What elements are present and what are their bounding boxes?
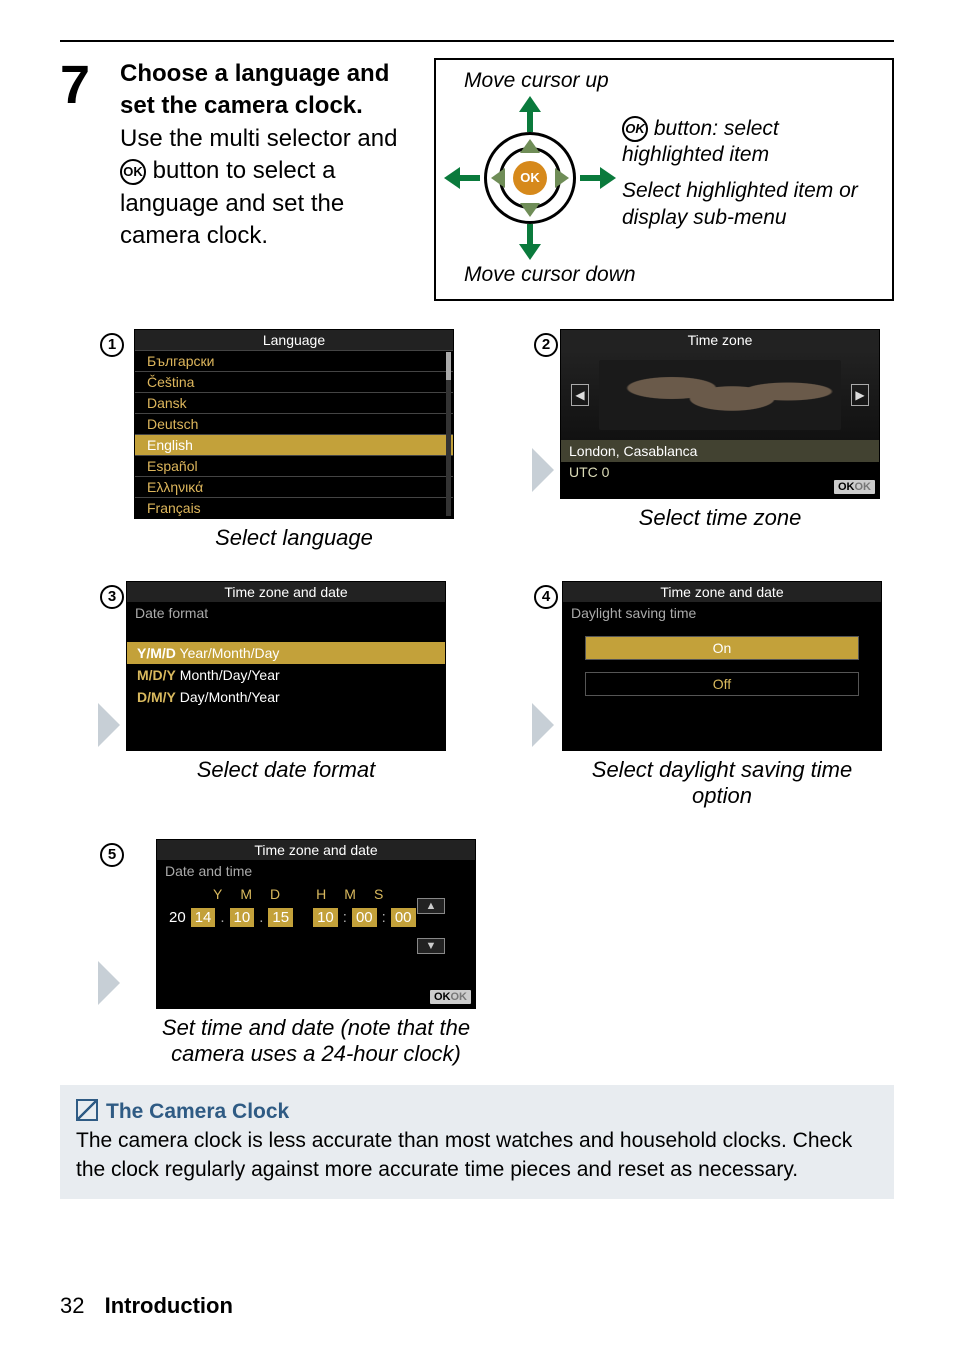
- dpad-up-icon: [520, 139, 540, 153]
- step-number: 7: [60, 58, 100, 112]
- list-item[interactable]: Español: [135, 455, 453, 476]
- section-name: Introduction: [105, 1293, 233, 1318]
- world-map-icon: [599, 360, 841, 430]
- selector-ring-icon: OK: [484, 132, 576, 224]
- list-item[interactable]: Ελληνικά: [135, 476, 453, 497]
- ok-icon: OK: [622, 116, 648, 142]
- cursor-down-label: Move cursor down: [464, 262, 878, 288]
- timezone-screen: Time zone ◀ ▶ London, Casablanca UTC 0 O…: [560, 329, 880, 499]
- second-field[interactable]: 00: [391, 908, 416, 927]
- date-format-option[interactable]: Y/M/D Year/Month/Day: [127, 642, 445, 664]
- language-screen: Language Български Čeština Dansk Deutsch…: [134, 329, 454, 519]
- value-up-button[interactable]: ▲: [417, 898, 445, 914]
- datetime-title: Time zone and date: [157, 840, 475, 860]
- list-item[interactable]: Български: [135, 350, 453, 371]
- note-title: The Camera Clock: [76, 1097, 878, 1126]
- date-format-option[interactable]: D/M/Y Day/Month/Year: [127, 686, 445, 708]
- month-field[interactable]: 10: [230, 908, 255, 927]
- dst-on-option[interactable]: On: [585, 636, 859, 660]
- step-badge-2: 2: [534, 333, 558, 357]
- dst-sub: Daylight saving time: [563, 602, 881, 624]
- dpad-down-icon: [520, 203, 540, 217]
- timezone-title: Time zone: [561, 330, 879, 350]
- flow-arrow-icon: [532, 448, 554, 492]
- step-badge-5: 5: [100, 843, 124, 867]
- language-caption: Select language: [215, 525, 373, 551]
- minute-field[interactable]: 00: [352, 908, 377, 927]
- submenu-caption: Select highlighted item or display sub-m…: [622, 178, 878, 231]
- date-format-caption: Select date format: [197, 757, 376, 783]
- year-field[interactable]: 14: [191, 908, 216, 927]
- dst-off-option[interactable]: Off: [585, 672, 859, 696]
- hour-field[interactable]: 10: [313, 908, 338, 927]
- list-item[interactable]: Français: [135, 497, 453, 518]
- timezone-name: London, Casablanca: [561, 440, 879, 462]
- dst-screen: Time zone and date Daylight saving time …: [562, 581, 882, 751]
- timezone-prev-button[interactable]: ◀: [571, 384, 589, 406]
- date-format-screen: Time zone and date Date format Y/M/D Yea…: [126, 581, 446, 751]
- datetime-sub: Date and time: [157, 860, 475, 882]
- step-body-a: Use the multi selector and: [120, 125, 397, 152]
- list-item[interactable]: Deutsch: [135, 413, 453, 434]
- dst-title: Time zone and date: [563, 582, 881, 602]
- dpad-right-icon: [555, 168, 569, 188]
- arrow-down-icon: [519, 244, 541, 260]
- page-footer: 32 Introduction: [60, 1293, 233, 1319]
- step-badge-1: 1: [100, 333, 124, 357]
- date-format-sub: Date format: [127, 602, 445, 624]
- step-block: 7 Choose a language and set the camera c…: [60, 58, 894, 301]
- flow-arrow-icon: [532, 703, 554, 747]
- step-badge-4: 4: [534, 585, 558, 609]
- value-down-button[interactable]: ▼: [417, 938, 445, 954]
- ok-icon: OK: [120, 159, 146, 185]
- timezone-next-button[interactable]: ▶: [851, 384, 869, 406]
- flow-arrow-icon: [98, 961, 120, 1005]
- dst-caption: Select daylight saving time option: [560, 757, 884, 809]
- note-body: The camera clock is less accurate than m…: [76, 1126, 878, 1185]
- date-format-option[interactable]: M/D/Y Month/Day/Year: [127, 664, 445, 686]
- datetime-screen: Time zone and date Date and time Y M D H…: [156, 839, 476, 1009]
- ok-button-icon: OK: [513, 161, 547, 195]
- ok-button-caption: OK button: select highlighted item: [622, 116, 878, 169]
- list-item[interactable]: Čeština: [135, 371, 453, 392]
- language-title: Language: [135, 330, 453, 350]
- list-item[interactable]: Dansk: [135, 392, 453, 413]
- step-text: Choose a language and set the camera clo…: [120, 58, 414, 252]
- cursor-up-label: Move cursor up: [464, 68, 878, 94]
- arrow-left-icon: [444, 167, 460, 189]
- ok-badge[interactable]: OKOK: [834, 480, 875, 494]
- day-field[interactable]: 15: [268, 908, 293, 927]
- flow-arrow-icon: [98, 703, 120, 747]
- page-number: 32: [60, 1293, 84, 1318]
- datetime-caption: Set time and date (note that the camera …: [126, 1015, 506, 1067]
- timezone-utc: UTC 0: [561, 462, 879, 482]
- timezone-caption: Select time zone: [639, 505, 802, 531]
- step-body-b: button to select a language and set the …: [120, 157, 344, 249]
- date-format-title: Time zone and date: [127, 582, 445, 602]
- dpad-left-icon: [491, 168, 505, 188]
- scrollbar-thumb[interactable]: [446, 352, 451, 380]
- arrow-right-icon: [600, 167, 616, 189]
- arrow-up-icon: [519, 96, 541, 112]
- note-camera-clock: The Camera Clock The camera clock is les…: [60, 1085, 894, 1199]
- ok-badge[interactable]: OKOK: [430, 990, 471, 1004]
- step-title: Choose a language and set the camera clo…: [120, 60, 389, 119]
- datetime-values: 2014. 10. 15 10: 00: 00: [157, 902, 428, 933]
- multi-selector-diagram: Move cursor up OK: [434, 58, 894, 301]
- list-item-selected[interactable]: English: [135, 434, 453, 455]
- step-badge-3: 3: [100, 585, 124, 609]
